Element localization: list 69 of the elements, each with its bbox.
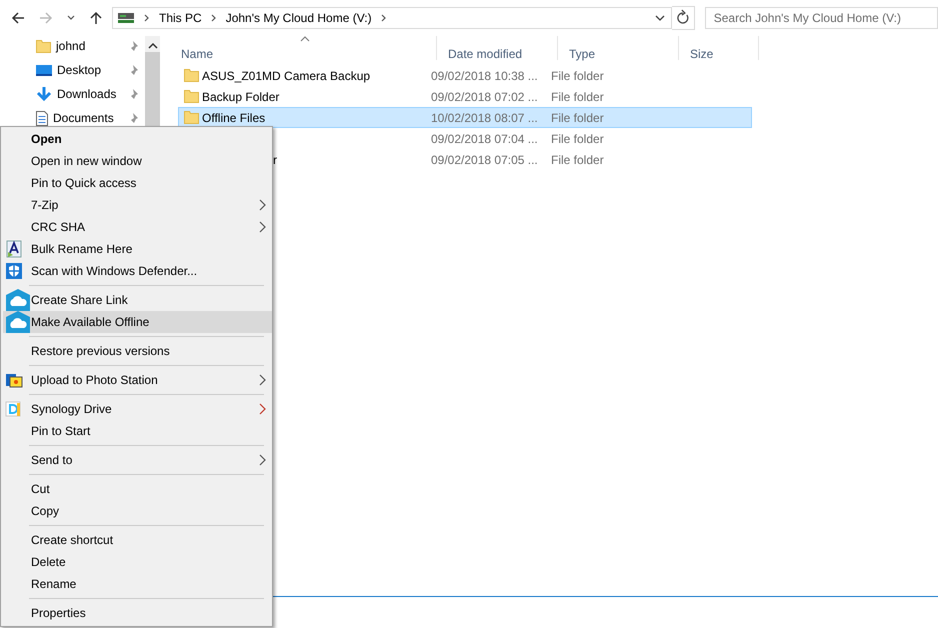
menu-item[interactable]: Restore previous versions: [3, 340, 272, 362]
menu-item[interactable]: Bulk Rename Here: [3, 238, 272, 260]
file-name: Backup Folder: [202, 90, 280, 104]
photo-icon: [5, 371, 23, 389]
menu-item[interactable]: Cut: [3, 478, 272, 500]
cloud-icon: [5, 288, 31, 312]
date-modified: 10/02/2018 08:07 ...: [431, 110, 539, 124]
menu-item[interactable]: Open: [3, 128, 272, 150]
file-type: File folder: [551, 110, 605, 124]
menu-item[interactable]: Open in new window: [3, 150, 272, 172]
file-type: File folder: [551, 152, 605, 166]
file-name: r: [273, 152, 277, 166]
date-modified: 09/02/2018 07:04 ...: [431, 132, 539, 146]
chevron-icon: [143, 13, 151, 23]
menu-item[interactable]: Make Available Offline: [3, 311, 272, 333]
file-name: Offline Files: [202, 110, 266, 124]
menu-item[interactable]: Synology Drive: [3, 398, 272, 420]
menu-item[interactable]: Pin to Quick access: [3, 172, 272, 194]
cloud-icon: [5, 310, 31, 334]
file-row[interactable]: Backup Folder 09/02/2018 07:02 ... File folder: [178, 86, 752, 107]
rename-icon: [5, 240, 23, 258]
chevron-icon: [380, 13, 388, 23]
search-field[interactable]: Search John's My Cloud Home (V:): [704, 7, 938, 29]
menu-item[interactable]: Scan with Windows Defender...: [3, 260, 272, 282]
drive-app-icon: [5, 400, 23, 418]
document-icon: [36, 110, 48, 126]
up-icon[interactable]: [88, 10, 104, 26]
file-row[interactable]: Offline Files 10/02/2018 08:07 ... File folder: [178, 107, 752, 128]
column-header[interactable]: Size: [679, 36, 759, 60]
column-header[interactable]: Date modified: [437, 36, 558, 60]
menu-item[interactable]: Pin to Start: [3, 420, 272, 442]
breadcrumb[interactable]: This PC: [159, 11, 202, 25]
drive-icon: [117, 11, 135, 25]
sort-icon: [300, 36, 310, 42]
menu-item[interactable]: Delete: [3, 551, 272, 573]
column-header[interactable]: Name: [170, 36, 437, 60]
date-modified: 09/02/2018 07:05 ...: [431, 152, 539, 166]
menu-item[interactable]: 7-Zip: [3, 194, 272, 216]
date-modified: 09/02/2018 07:02 ...: [431, 90, 539, 104]
folder-icon: [36, 40, 51, 52]
date-modified: 09/02/2018 10:38 ...: [431, 68, 539, 82]
file-type: File folder: [551, 90, 605, 104]
chevron-icon: [210, 13, 218, 23]
scroll-up-icon[interactable]: [148, 42, 158, 50]
menu-item[interactable]: Send to: [3, 449, 272, 471]
sidebar-item[interactable]: johnd: [0, 34, 145, 58]
back-icon[interactable]: [10, 10, 26, 26]
menu-item[interactable]: Copy: [3, 500, 272, 522]
menu-item[interactable]: CRC SHA: [3, 216, 272, 238]
column-header[interactable]: Type: [558, 36, 679, 60]
desktop-icon: [36, 62, 52, 78]
file-type: File folder: [551, 68, 605, 82]
file-row[interactable]: ASUS_Z01MD Camera Backup 09/02/2018 10:38 ... File folder: [178, 65, 752, 86]
download-icon: [36, 86, 52, 102]
menu-item[interactable]: Upload to Photo Station: [3, 369, 272, 391]
address-bar[interactable]: This PC John's My Cloud Home (V:): [112, 7, 672, 29]
menu-item[interactable]: Create shortcut: [3, 529, 272, 551]
menu-item[interactable]: Rename: [3, 573, 272, 595]
sidebar-item[interactable]: Downloads: [0, 82, 145, 106]
refresh-icon[interactable]: [672, 6, 695, 30]
breadcrumb[interactable]: John's My Cloud Home (V:): [226, 11, 372, 25]
sidebar-item[interactable]: Documents: [0, 106, 145, 130]
file-name: ASUS_Z01MD Camera Backup: [202, 68, 370, 82]
menu-item[interactable]: Create Share Link: [3, 289, 272, 311]
menu-item[interactable]: Properties: [3, 602, 272, 624]
file-type: File folder: [551, 132, 605, 146]
sidebar-item[interactable]: Desktop: [0, 58, 145, 82]
dropdown-icon[interactable]: [655, 13, 666, 23]
shield-icon: [5, 262, 23, 280]
